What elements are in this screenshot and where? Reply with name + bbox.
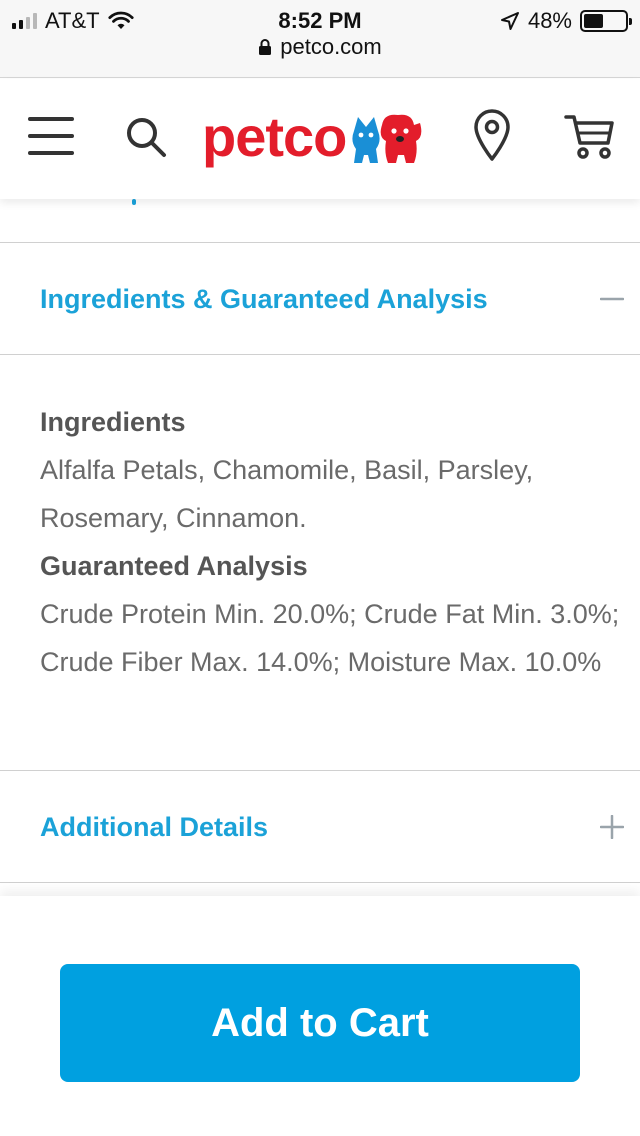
expand-plus-icon[interactable] xyxy=(600,815,624,839)
previous-section-remnant xyxy=(0,199,640,243)
petco-logo[interactable]: petco xyxy=(202,105,424,169)
divider xyxy=(0,770,640,771)
divider xyxy=(0,354,640,355)
cart-icon[interactable] xyxy=(562,111,616,161)
site-header: petco xyxy=(0,79,640,199)
store-locator-icon[interactable] xyxy=(470,109,514,163)
browser-chrome: AT&T 8:52 PM 48% petco.com xyxy=(0,0,640,78)
hamburger-menu-icon[interactable] xyxy=(28,117,74,155)
ingredients-accordion-header[interactable]: Ingredients & Guaranteed Analysis xyxy=(0,244,640,354)
sticky-cart-bar: Add to Cart xyxy=(0,896,640,1136)
battery-percent: 48% xyxy=(527,8,572,33)
battery-icon xyxy=(580,10,632,32)
ingredients-text: Alfalfa Petals, Chamomile, Basil, Parsle… xyxy=(40,455,534,533)
url-bar[interactable]: petco.com xyxy=(0,34,640,60)
divider xyxy=(0,882,640,883)
search-icon[interactable] xyxy=(122,113,170,161)
additional-details-title: Additional Details xyxy=(40,811,269,842)
status-right: 48% xyxy=(500,8,632,34)
collapse-minus-icon[interactable] xyxy=(600,287,624,311)
partial-text-mark xyxy=(132,199,136,205)
battery-fill xyxy=(584,14,603,28)
url-text: petco.com xyxy=(280,34,382,59)
guaranteed-analysis-text: Crude Protein Min. 20.0%; Crude Fat Min.… xyxy=(40,599,620,677)
guaranteed-analysis-heading: Guaranteed Analysis xyxy=(40,551,308,581)
add-to-cart-button[interactable]: Add to Cart xyxy=(60,964,580,1082)
location-arrow-icon xyxy=(500,12,519,30)
ingredients-content: Ingredients Alfalfa Petals, Chamomile, B… xyxy=(40,398,620,686)
divider xyxy=(0,242,640,243)
ingredients-heading: Ingredients xyxy=(40,407,186,437)
ingredients-accordion-title: Ingredients & Guaranteed Analysis xyxy=(40,283,488,314)
additional-details-accordion-header[interactable]: Additional Details xyxy=(0,772,640,882)
lock-icon xyxy=(259,39,272,55)
logo-text: petco xyxy=(202,105,347,168)
dog-cat-mascot-icon xyxy=(352,114,422,163)
